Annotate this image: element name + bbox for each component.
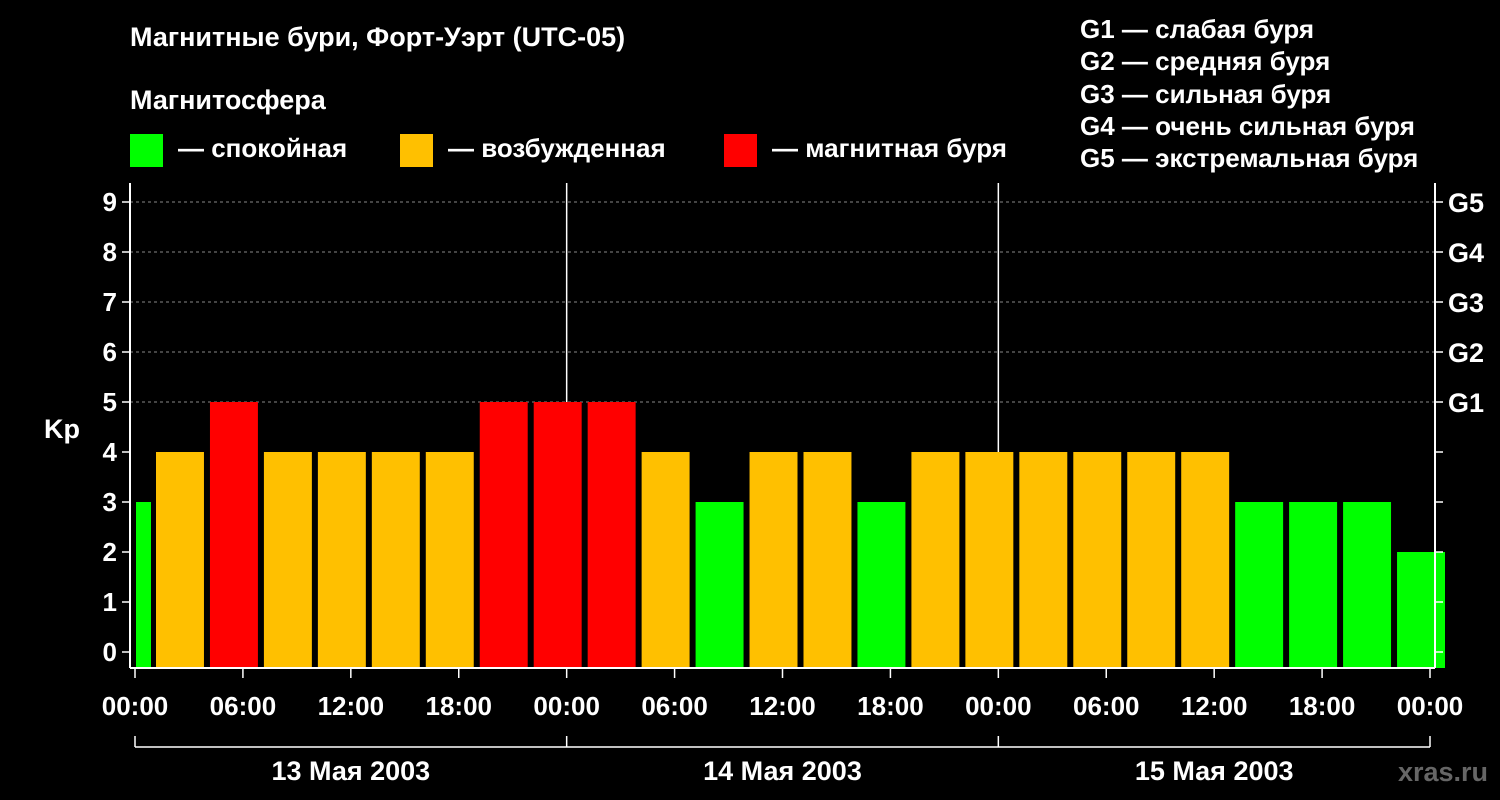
x-tick-label: 00:00: [102, 691, 169, 721]
watermark: xras.ru: [1397, 757, 1488, 787]
kp-bar-chart: 0 1 2 3 4 5 6 7 8 9 G1 G2 G3 G4 G5 00:00 06:00 12:00 18:00…: [44, 183, 1484, 786]
kp-bar: [1343, 502, 1392, 668]
date-label: 14 Мая 2003: [703, 756, 862, 786]
y-tick-label: 1: [103, 587, 117, 617]
x-tick-label: 00:00: [965, 691, 1032, 721]
x-tick-label: 00:00: [1397, 691, 1464, 721]
kp-bar: [156, 452, 204, 668]
g-scale-label: G4: [1448, 238, 1484, 268]
y-tick-label: 6: [103, 337, 117, 367]
x-tick-label: 12:00: [749, 691, 816, 721]
y-tick-label: 5: [103, 387, 117, 417]
x-tick-label: 06:00: [641, 691, 708, 721]
g-scale-label: G5: [1448, 188, 1484, 218]
y-tick-label: 0: [103, 637, 117, 667]
date-label: 15 Мая 2003: [1135, 756, 1294, 786]
x-tick-label: 06:00: [1073, 691, 1140, 721]
kp-bar: [749, 452, 798, 668]
kp-bar: [803, 452, 852, 668]
kp-bar: [263, 452, 312, 668]
g-scale-label: G1: [1448, 388, 1484, 418]
y-tick-label: 4: [103, 437, 118, 467]
kp-bar: [695, 502, 744, 668]
kp-bar: [857, 502, 906, 668]
kp-bar: [1397, 552, 1445, 668]
x-tick-label: 00:00: [533, 691, 600, 721]
kp-bar: [371, 452, 420, 668]
y-tick-label: 9: [103, 187, 117, 217]
kp-bar: [425, 452, 474, 668]
g-scale-label: G3: [1448, 288, 1484, 318]
kp-bar: [1019, 452, 1068, 668]
kp-bar: [317, 452, 366, 668]
kp-bar: [533, 402, 582, 668]
x-tick-label: 18:00: [857, 691, 924, 721]
kp-bar: [587, 402, 636, 668]
x-tick-label: 06:00: [210, 691, 277, 721]
x-tick-label: 18:00: [1289, 691, 1356, 721]
kp-bar: [1073, 452, 1122, 668]
x-tick-label: 12:00: [318, 691, 385, 721]
kp-bar: [641, 452, 690, 668]
y-tick-label: 8: [103, 237, 117, 267]
g-scale-label: G2: [1448, 338, 1484, 368]
kp-bar: [911, 452, 960, 668]
kp-bar: [136, 502, 151, 668]
kp-bar: [1235, 502, 1284, 668]
kp-bar: [209, 402, 258, 668]
y-tick-label: 2: [103, 537, 117, 567]
kp-bar: [1181, 452, 1230, 668]
kp-bar: [479, 402, 528, 668]
x-tick-label: 12:00: [1181, 691, 1248, 721]
x-tick-label: 18:00: [426, 691, 493, 721]
y-tick-label: 7: [103, 287, 117, 317]
y-axis-label: Kp: [44, 414, 80, 444]
y-tick-label: 3: [103, 487, 117, 517]
kp-bar: [965, 452, 1014, 668]
kp-bar: [1289, 502, 1338, 668]
date-label: 13 Мая 2003: [271, 756, 430, 786]
kp-bar: [1127, 452, 1176, 668]
